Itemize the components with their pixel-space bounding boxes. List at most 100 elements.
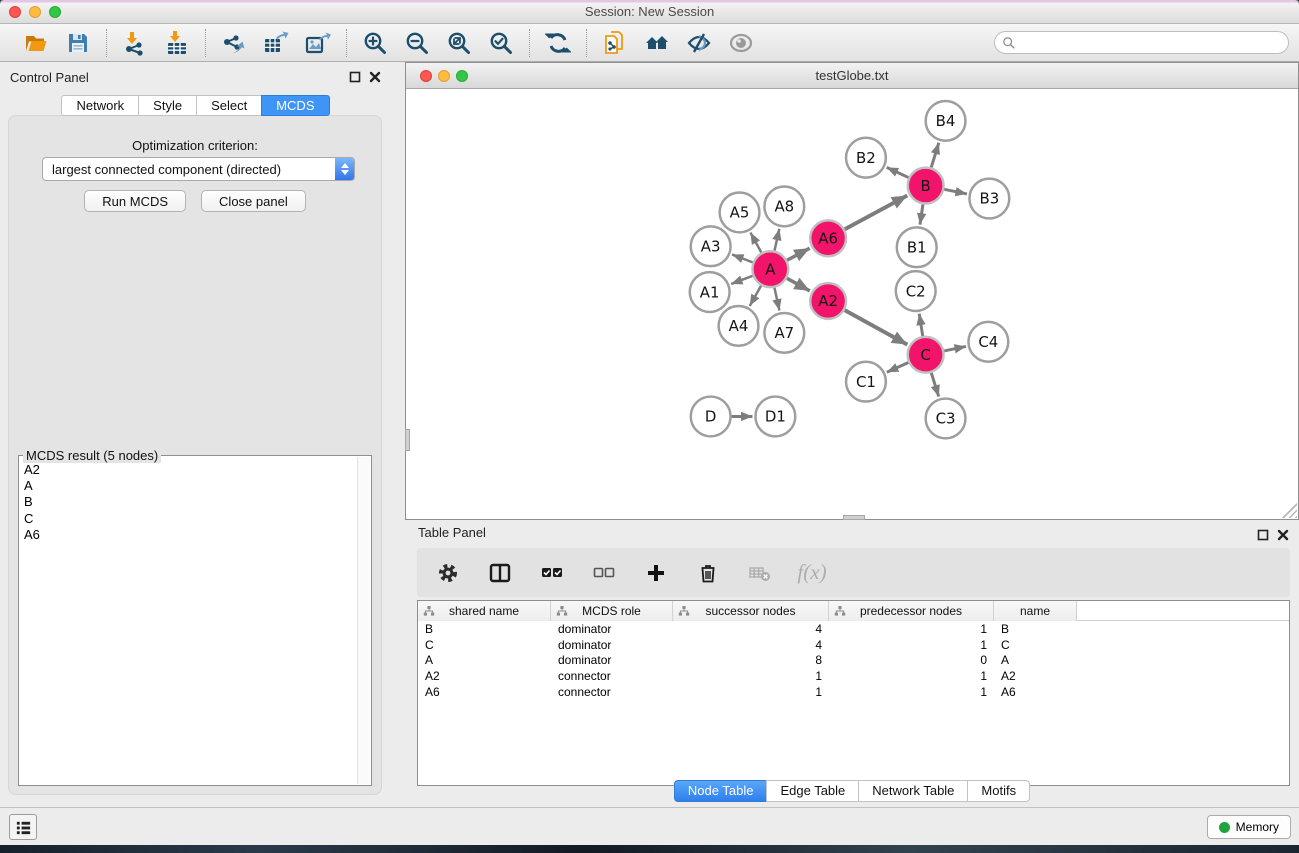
close-panel-button[interactable]: Close panel: [201, 190, 306, 212]
settings-gear-icon[interactable]: [435, 560, 461, 586]
cell-shared-name[interactable]: A: [418, 653, 551, 667]
cell-successor-nodes[interactable]: 4: [673, 622, 829, 636]
column-header-MCDS-role[interactable]: MCDS role: [551, 601, 673, 621]
node-A2[interactable]: A2: [810, 283, 846, 319]
network-graph[interactable]: B4B2BB3A8A5A6A3B1AA1C2A2A4A7C4CC1C3DD1: [407, 90, 1297, 518]
save-session-icon[interactable]: [64, 29, 92, 57]
edge-B-B1[interactable]: [920, 204, 923, 224]
edge-B-B3[interactable]: [944, 189, 967, 194]
node-C1[interactable]: C1: [846, 362, 886, 402]
tab-network[interactable]: Network: [61, 95, 139, 116]
edge-A-A8[interactable]: [774, 229, 779, 251]
cell-shared-name[interactable]: C: [418, 638, 551, 652]
edge-C-C3[interactable]: [931, 373, 938, 397]
node-A7[interactable]: A7: [764, 313, 804, 353]
refresh-layout-icon[interactable]: [544, 29, 572, 57]
column-header-predecessor-nodes[interactable]: predecessor nodes: [829, 601, 994, 621]
node-A1[interactable]: A1: [690, 272, 730, 312]
import-network-icon[interactable]: [121, 29, 149, 57]
table-row[interactable]: A6connector11A6: [418, 684, 1289, 700]
cell-shared-name[interactable]: A6: [418, 685, 551, 699]
edge-C-C2[interactable]: [919, 314, 922, 336]
optimization-criterion-select[interactable]: largest connected component (directed): [42, 157, 355, 181]
cell-name[interactable]: C: [994, 638, 1077, 652]
result-item[interactable]: A6: [21, 527, 356, 543]
tab-motifs[interactable]: Motifs: [967, 780, 1030, 802]
left-splitter-handle[interactable]: [405, 429, 410, 451]
node-B[interactable]: B: [908, 168, 944, 204]
node-A[interactable]: A: [752, 251, 788, 287]
column-header-successor-nodes[interactable]: successor nodes: [673, 601, 829, 621]
result-item[interactable]: A: [21, 478, 356, 494]
cell-name[interactable]: A6: [994, 685, 1077, 699]
edge-B-B2[interactable]: [887, 167, 909, 177]
zoom-selected-icon[interactable]: [487, 29, 515, 57]
zoom-in-icon[interactable]: [361, 29, 389, 57]
edge-A-A1[interactable]: [731, 276, 753, 284]
node-C2[interactable]: C2: [896, 271, 936, 311]
result-scrollbar[interactable]: [357, 457, 370, 784]
table-row[interactable]: Cdominator41C: [418, 637, 1289, 653]
node-B3[interactable]: B3: [969, 179, 1009, 219]
memory-button[interactable]: Memory: [1207, 815, 1291, 839]
table-row[interactable]: Adominator80A: [418, 653, 1289, 669]
export-network-icon[interactable]: [220, 29, 248, 57]
node-D[interactable]: D: [691, 397, 731, 437]
add-column-icon[interactable]: [643, 560, 669, 586]
column-header-name[interactable]: name: [994, 601, 1077, 621]
zoom-fit-icon[interactable]: [445, 29, 473, 57]
search-box[interactable]: [994, 31, 1289, 54]
result-item[interactable]: A2: [21, 462, 356, 478]
birdseye-view-icon[interactable]: [727, 29, 755, 57]
cell-MCDS-role[interactable]: connector: [551, 669, 673, 683]
result-item[interactable]: B: [21, 494, 356, 510]
edge-C-C1[interactable]: [887, 363, 909, 373]
table-row[interactable]: Bdominator41B: [418, 621, 1289, 637]
cell-MCDS-role[interactable]: dominator: [551, 653, 673, 667]
cell-successor-nodes[interactable]: 8: [673, 653, 829, 667]
tab-select[interactable]: Select: [196, 95, 262, 116]
delete-column-icon[interactable]: [695, 560, 721, 586]
tab-network-table[interactable]: Network Table: [858, 780, 968, 802]
node-A5[interactable]: A5: [720, 193, 760, 233]
node-A3[interactable]: A3: [691, 226, 731, 266]
cell-MCDS-role[interactable]: dominator: [551, 638, 673, 652]
edge-B-B4[interactable]: [931, 143, 939, 168]
export-table-icon[interactable]: [262, 29, 290, 57]
edge-A-A5[interactable]: [750, 233, 761, 253]
edge-A-A3[interactable]: [732, 254, 753, 262]
tab-mcds[interactable]: MCDS: [261, 95, 329, 116]
node-B2[interactable]: B2: [846, 138, 886, 178]
import-table-icon[interactable]: [163, 29, 191, 57]
node-A8[interactable]: A8: [764, 187, 804, 227]
result-item[interactable]: C: [21, 511, 356, 527]
cell-predecessor-nodes[interactable]: 0: [829, 653, 994, 667]
tab-edge-table[interactable]: Edge Table: [766, 780, 859, 802]
cell-successor-nodes[interactable]: 4: [673, 638, 829, 652]
node-D1[interactable]: D1: [755, 397, 795, 437]
node-C4[interactable]: C4: [968, 322, 1008, 362]
table-row[interactable]: A2connector11A2: [418, 668, 1289, 684]
close-panel-icon[interactable]: [369, 71, 381, 83]
task-history-button[interactable]: [9, 814, 37, 840]
edge-C-C4[interactable]: [944, 346, 966, 350]
node-B1[interactable]: B1: [897, 227, 937, 267]
edge-A-A2[interactable]: [787, 278, 810, 291]
column-view-icon[interactable]: [487, 560, 513, 586]
session-document-icon[interactable]: [601, 29, 629, 57]
node-A4[interactable]: A4: [719, 306, 759, 346]
cell-MCDS-role[interactable]: dominator: [551, 622, 673, 636]
node-A6[interactable]: A6: [810, 220, 846, 256]
cell-name[interactable]: A2: [994, 669, 1077, 683]
cell-name[interactable]: B: [994, 622, 1077, 636]
search-input[interactable]: [1016, 34, 1288, 52]
run-mcds-button[interactable]: Run MCDS: [84, 190, 186, 212]
column-header-shared-name[interactable]: shared name: [418, 601, 551, 621]
hide-graphics-details-icon[interactable]: [685, 29, 713, 57]
cell-predecessor-nodes[interactable]: 1: [829, 669, 994, 683]
cell-predecessor-nodes[interactable]: 1: [829, 638, 994, 652]
home-icon[interactable]: [643, 29, 671, 57]
export-image-icon[interactable]: [304, 29, 332, 57]
table-float-panel-icon[interactable]: [1257, 529, 1269, 541]
zoom-out-icon[interactable]: [403, 29, 431, 57]
